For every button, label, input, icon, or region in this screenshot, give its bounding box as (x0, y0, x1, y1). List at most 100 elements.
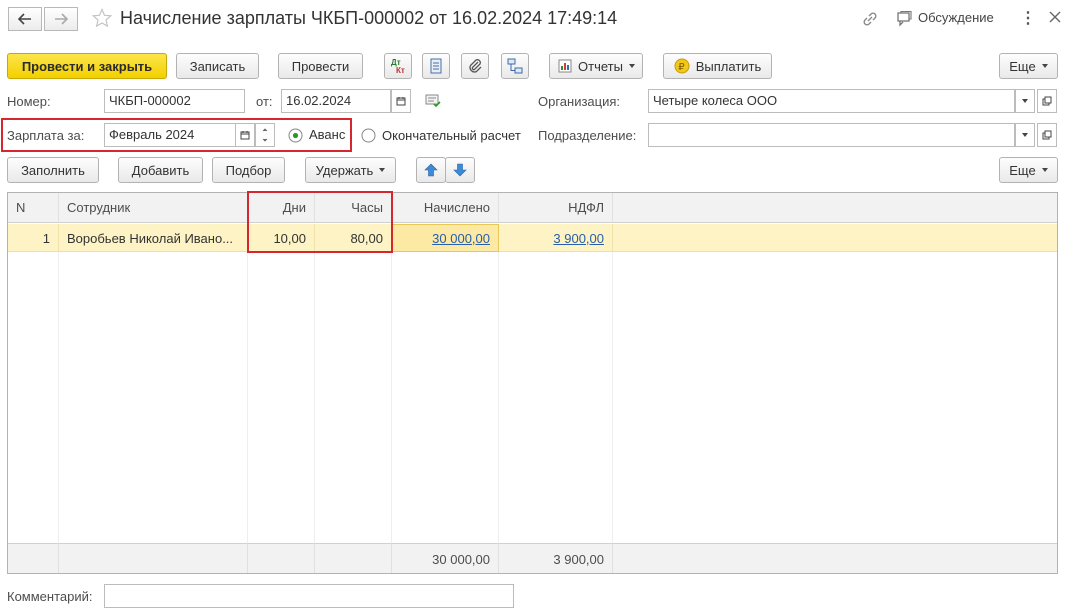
paperclip-icon (469, 59, 482, 73)
discussion-link[interactable]: Обсуждение (918, 10, 994, 25)
accrued-link[interactable]: 30 000,00 (432, 231, 490, 246)
post-button[interactable]: Провести (278, 53, 363, 79)
column-header-ndfl[interactable]: НДФЛ (499, 193, 613, 223)
chevron-down-icon (1022, 133, 1028, 137)
footer-cell (8, 543, 59, 573)
row-employee-cell[interactable]: Воробьев Николай Ивано... (59, 224, 248, 252)
date-field[interactable]: 16.02.2024 (281, 89, 391, 113)
reports-label: Отчеты (578, 58, 623, 74)
post-and-close-button[interactable]: Провести и закрыть (7, 53, 167, 79)
list-icon (430, 58, 442, 74)
chevron-down-icon (1041, 168, 1048, 172)
column-header-accrued[interactable]: Начислено (392, 193, 499, 223)
final-settlement-label: Окончательный расчет (382, 128, 521, 143)
column-header-empty (613, 193, 1057, 223)
footer-cell (315, 543, 392, 573)
chevron-down-icon (1041, 64, 1048, 68)
row-hours-cell[interactable]: 80,00 (315, 224, 392, 252)
star-icon[interactable] (91, 7, 113, 31)
arrow-right-icon (55, 13, 68, 25)
more-vertical-icon[interactable]: ⋮ (1020, 9, 1036, 29)
column-header-hours[interactable]: Часы (315, 193, 392, 223)
department-open-button[interactable] (1037, 123, 1057, 147)
department-dropdown[interactable] (1015, 123, 1035, 147)
save-button[interactable]: Записать (176, 53, 259, 79)
journal-button[interactable] (422, 53, 450, 79)
arrow-left-icon (18, 13, 31, 25)
salary-period-field[interactable]: Февраль 2024 (104, 123, 236, 147)
department-field[interactable] (648, 123, 1015, 147)
final-settlement-radio[interactable] (361, 128, 376, 146)
pick-button[interactable]: Подбор (212, 157, 285, 183)
back-button[interactable] (8, 7, 42, 31)
hierarchy-icon (507, 58, 523, 74)
date-label: от: (256, 94, 273, 109)
column-header-days[interactable]: Дни (248, 193, 315, 223)
svg-text:₽: ₽ (678, 62, 685, 73)
chevron-down-icon (379, 168, 386, 172)
dtkt-button[interactable]: Дт Кт (384, 53, 412, 79)
svg-text:Кт: Кт (396, 66, 405, 75)
accruals-table[interactable]: N Сотрудник Дни Часы Начислено НДФЛ 1 Во… (7, 192, 1058, 574)
footer-cell (613, 543, 1057, 573)
report-icon (558, 59, 572, 73)
chevron-down-icon (628, 64, 635, 68)
period-calendar-button[interactable] (235, 123, 255, 147)
forward-button[interactable] (44, 7, 78, 31)
move-down-button[interactable] (445, 157, 475, 183)
ruble-coin-icon: ₽ (674, 58, 690, 74)
table-more-label: Еще (1009, 162, 1036, 178)
attachments-button[interactable] (461, 53, 489, 79)
table-more-button[interactable]: Еще (999, 157, 1058, 183)
row-n-cell: 1 (8, 224, 59, 252)
stepper-arrows-icon (262, 128, 268, 142)
total-accrued: 30 000,00 (392, 543, 499, 573)
withhold-label: Удержать (315, 162, 374, 178)
row-ndfl-cell[interactable]: 3 900,00 (499, 224, 613, 252)
ndfl-link[interactable]: 3 900,00 (553, 231, 604, 246)
add-button[interactable]: Добавить (118, 157, 203, 183)
calendar-button[interactable] (391, 89, 411, 113)
radio-unselected-icon (361, 128, 376, 143)
reports-button[interactable]: Отчеты (549, 53, 643, 79)
dtkt-icon: Дт Кт (391, 58, 405, 75)
pay-label: Выплатить (695, 58, 762, 74)
advance-radio[interactable] (288, 128, 303, 146)
move-up-button[interactable] (416, 157, 446, 183)
chevron-down-icon (1022, 99, 1028, 103)
more-label: Еще (1009, 58, 1036, 74)
organization-dropdown[interactable] (1015, 89, 1035, 113)
calendar-icon (240, 131, 250, 140)
number-label: Номер: (7, 94, 51, 109)
calendar-icon (396, 97, 406, 106)
total-ndfl: 3 900,00 (499, 543, 613, 573)
discussion-icon[interactable] (895, 10, 913, 31)
comment-label: Комментарий: (7, 589, 93, 604)
comment-field[interactable] (104, 584, 514, 608)
organization-open-button[interactable] (1037, 89, 1057, 113)
arrow-down-icon (453, 163, 467, 177)
salary-for-label: Зарплата за: (7, 128, 85, 143)
row-accrued-cell[interactable]: 30 000,00 (392, 224, 499, 252)
advance-label: Аванс (309, 127, 346, 142)
pay-button[interactable]: ₽ Выплатить (663, 53, 772, 79)
withhold-button[interactable]: Удержать (305, 157, 396, 183)
footer-cell (248, 543, 315, 573)
window-title: Начисление зарплаты ЧКБП-000002 от 16.02… (120, 8, 618, 28)
close-icon[interactable] (1048, 10, 1062, 27)
more-button[interactable]: Еще (999, 53, 1058, 79)
row-days-cell[interactable]: 10,00 (248, 224, 315, 252)
post-status-icon (425, 94, 441, 111)
number-field[interactable]: ЧКБП-000002 (104, 89, 245, 113)
radio-selected-icon (288, 128, 303, 143)
organization-field[interactable]: Четыре колеса ООО (648, 89, 1015, 113)
column-header-n[interactable]: N (8, 193, 59, 223)
link-icon[interactable] (861, 10, 879, 31)
structure-button[interactable] (501, 53, 529, 79)
organization-label: Организация: (538, 94, 621, 109)
department-label: Подразделение: (538, 128, 637, 143)
period-stepper[interactable] (255, 123, 275, 147)
open-icon (1042, 130, 1052, 140)
column-header-employee[interactable]: Сотрудник (59, 193, 248, 223)
fill-button[interactable]: Заполнить (7, 157, 99, 183)
